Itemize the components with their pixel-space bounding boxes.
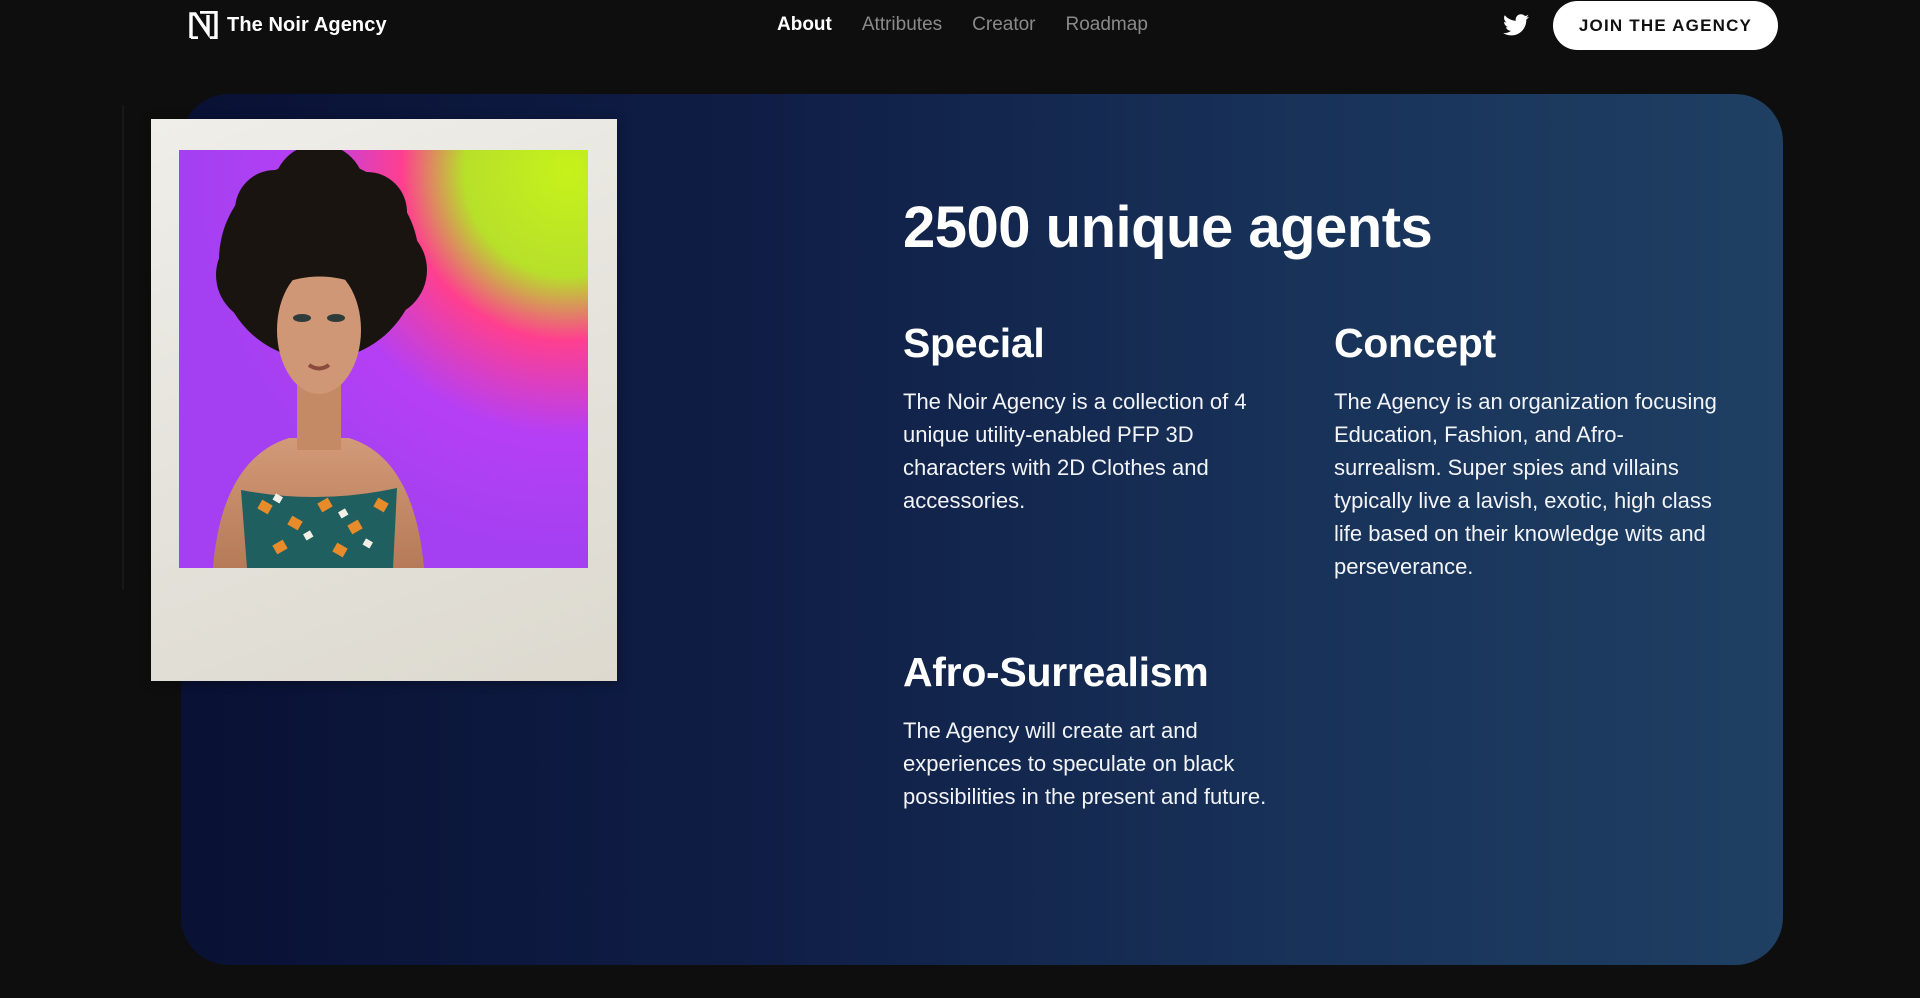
- nav-link-attributes[interactable]: Attributes: [862, 14, 942, 36]
- nav-link-about[interactable]: About: [777, 14, 832, 36]
- brand-link[interactable]: The Noir Agency: [189, 11, 387, 39]
- feature-text: The Noir Agency is a collection of 4 uni…: [903, 389, 1247, 513]
- feature-text: The Agency will create art and experienc…: [903, 718, 1267, 809]
- section-heading: 2500 unique agents: [903, 195, 1433, 260]
- join-agency-button[interactable]: JOIN THE AGENCY: [1553, 1, 1778, 50]
- agent-portrait-image: [179, 150, 588, 568]
- top-navigation: The Noir Agency About Attributes Creator…: [0, 0, 1920, 52]
- nav-link-roadmap[interactable]: Roadmap: [1066, 14, 1148, 36]
- feature-concept: Concept The Agency is an organization fo…: [1334, 318, 1724, 583]
- feature-title: Afro-Surrealism: [903, 649, 1209, 695]
- feature-title: Special: [903, 320, 1045, 366]
- brand-name: The Noir Agency: [227, 13, 387, 36]
- feature-special: Special The Noir Agency is a collection …: [903, 318, 1283, 517]
- feature-text: The Agency is an organization focusing E…: [1334, 389, 1717, 579]
- feature-title: Concept: [1334, 320, 1496, 366]
- twitter-icon[interactable]: [1503, 14, 1529, 36]
- feature-afro-surrealism: Afro-Surrealism The Agency will create a…: [903, 647, 1283, 813]
- nav-link-creator[interactable]: Creator: [972, 14, 1035, 36]
- n-logo-icon: [189, 11, 218, 39]
- panel-divider: [122, 105, 124, 590]
- main-menu: About Attributes Creator Roadmap: [777, 14, 1148, 36]
- polaroid-frame: [151, 119, 617, 681]
